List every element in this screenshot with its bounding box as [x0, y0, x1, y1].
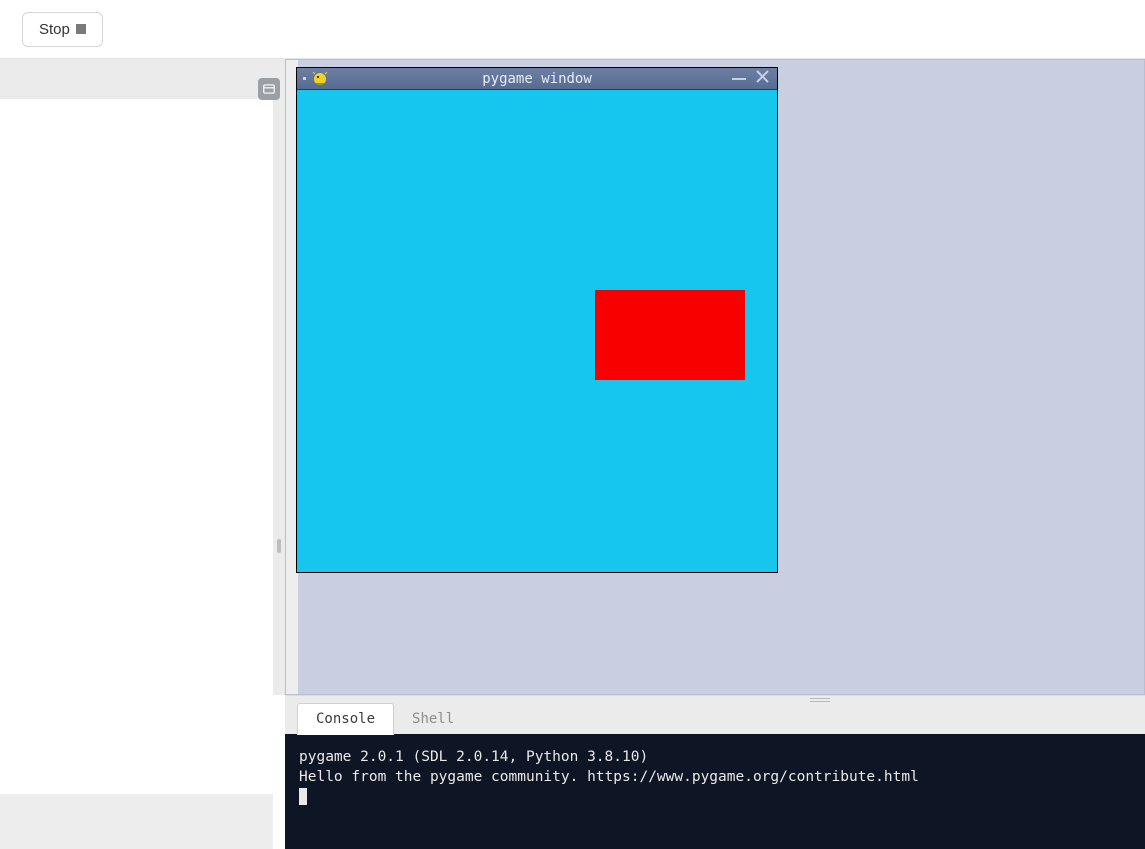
cursor-icon [299, 788, 307, 805]
system-menu-icon[interactable] [303, 77, 306, 80]
left-panel-header [0, 59, 273, 99]
pygame-window[interactable]: pygame window [296, 67, 778, 573]
console-line: Hello from the pygame community. https:/… [299, 769, 919, 785]
vertical-splitter[interactable] [273, 59, 285, 695]
left-panel [0, 59, 273, 849]
output-preview-panel: pygame window [285, 59, 1145, 695]
top-toolbar: Stop [0, 0, 1145, 59]
stop-icon [76, 24, 86, 34]
collapse-sidebar-button[interactable] [258, 78, 280, 100]
splitter-grip-icon [810, 698, 830, 702]
panel-icon [262, 82, 276, 96]
pygame-window-titlebar[interactable]: pygame window [297, 68, 777, 90]
console-output[interactable]: pygame 2.0.1 (SDL 2.0.14, Python 3.8.10)… [285, 735, 1145, 849]
pygame-icon [312, 71, 328, 87]
workspace: pygame window Console Shell pygame 2.0.1… [0, 59, 1145, 849]
console-tab-row: Console Shell [285, 703, 1145, 735]
close-icon[interactable] [756, 70, 769, 87]
stop-button-label: Stop [39, 21, 70, 38]
console-line: pygame 2.0.1 (SDL 2.0.14, Python 3.8.10) [299, 749, 648, 765]
red-rectangle [595, 290, 745, 380]
stop-button[interactable]: Stop [22, 12, 103, 47]
tab-shell[interactable]: Shell [394, 704, 472, 734]
pygame-canvas[interactable] [297, 90, 777, 572]
horizontal-splitter[interactable] [285, 695, 1145, 703]
minimize-icon[interactable] [732, 78, 746, 80]
pygame-window-title: pygame window [482, 71, 592, 87]
tab-console[interactable]: Console [297, 703, 394, 735]
left-panel-footer [0, 794, 273, 849]
